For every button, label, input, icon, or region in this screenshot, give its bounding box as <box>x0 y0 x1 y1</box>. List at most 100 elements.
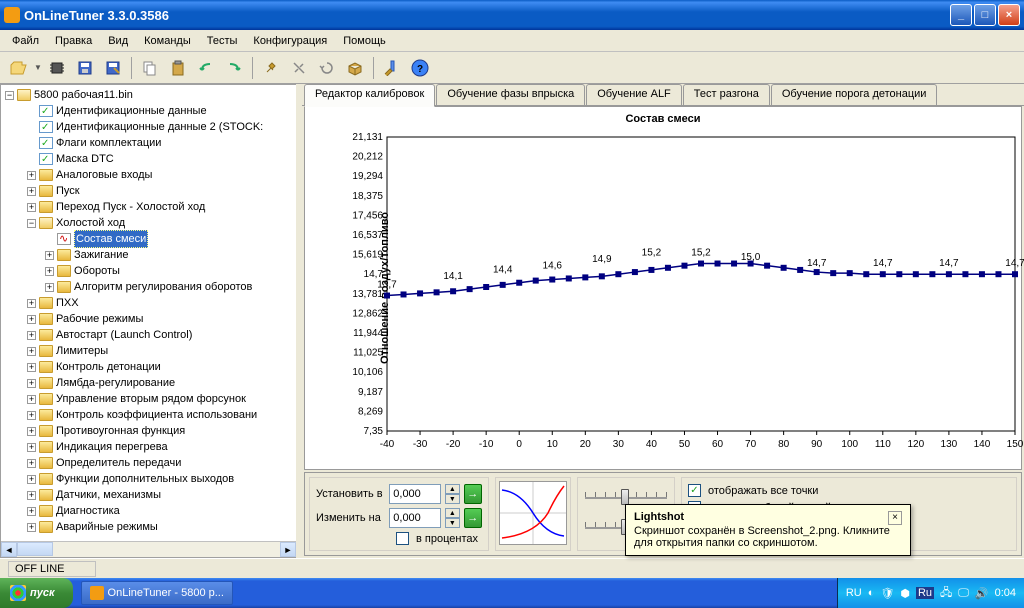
expander-icon[interactable]: + <box>27 363 36 372</box>
tree-item[interactable]: Лямбда-регулирование <box>56 375 175 391</box>
tree-item[interactable]: Противоугонная функция <box>56 423 185 439</box>
tree-item[interactable]: Автостарт (Launch Control) <box>56 327 192 343</box>
tray-icon[interactable]: ⬢ <box>900 587 910 600</box>
lang-indicator[interactable]: RU <box>846 587 862 599</box>
set-spinner[interactable]: ▲▼ <box>445 484 460 504</box>
clock[interactable]: 0:04 <box>995 587 1016 599</box>
expander-icon[interactable]: + <box>27 427 36 436</box>
saveas-button[interactable] <box>100 55 126 81</box>
expander-icon[interactable]: − <box>27 219 36 228</box>
expander-icon[interactable]: + <box>45 283 54 292</box>
expander-icon[interactable]: + <box>27 187 36 196</box>
expander-icon[interactable]: + <box>27 491 36 500</box>
tree-item[interactable]: Зажигание <box>74 247 129 263</box>
tree-item[interactable]: Маска DTC <box>56 151 114 167</box>
change-spinner[interactable]: ▲▼ <box>445 508 460 528</box>
set-apply-button[interactable]: → <box>464 484 482 504</box>
change-value-input[interactable]: 0,000 <box>389 508 441 528</box>
expander-icon[interactable]: + <box>27 203 36 212</box>
save-button[interactable] <box>72 55 98 81</box>
taskbar-app-button[interactable]: OnLineTuner - 5800 р... <box>81 581 233 605</box>
tab-0[interactable]: Редактор калибровок <box>304 84 435 107</box>
tree-item[interactable]: Состав смеси <box>74 230 148 248</box>
expander-icon[interactable]: + <box>45 267 54 276</box>
tree-item[interactable]: Датчики, механизмы <box>56 487 161 503</box>
tree-item[interactable]: Алгоритм регулирования оборотов <box>74 279 252 295</box>
close-button[interactable]: × <box>998 4 1020 26</box>
tree-item[interactable]: Аварийные режимы <box>56 519 158 535</box>
show-all-checkbox[interactable]: ✓отображать все точки <box>688 484 1010 497</box>
tab-2[interactable]: Обучение ALF <box>586 84 682 106</box>
chip-button[interactable] <box>44 55 70 81</box>
menu-Правка[interactable]: Правка <box>47 33 100 49</box>
tree-item[interactable]: ПХХ <box>56 295 79 311</box>
disconnect-button[interactable] <box>286 55 312 81</box>
expander-icon[interactable]: + <box>27 299 36 308</box>
expander-icon[interactable]: + <box>27 379 36 388</box>
menu-Помощь[interactable]: Помощь <box>335 33 394 49</box>
expander-icon[interactable]: + <box>27 411 36 420</box>
expander-icon[interactable]: + <box>27 171 36 180</box>
expander-icon[interactable]: + <box>27 459 36 468</box>
expander-icon[interactable]: + <box>27 331 36 340</box>
tray-icon[interactable]: 🔊 <box>975 587 989 600</box>
tab-4[interactable]: Обучение порога детонации <box>771 84 938 106</box>
tab-1[interactable]: Обучение фазы впрыска <box>436 84 585 106</box>
change-apply-button[interactable]: → <box>464 508 482 528</box>
expander-icon[interactable]: + <box>27 523 36 532</box>
system-tray[interactable]: RU ◐ 🛡︎ ⬢ Ru 🖧 🖵 🔊 0:04 <box>837 578 1024 608</box>
start-button[interactable]: пуск <box>0 578 73 608</box>
tree-item[interactable]: Лимитеры <box>56 343 108 359</box>
menu-Тесты[interactable]: Тесты <box>199 33 246 49</box>
tree-item[interactable]: Идентификационные данные 2 (STOCK: <box>56 119 263 135</box>
expander-icon[interactable]: + <box>27 395 36 404</box>
tab-3[interactable]: Тест разгона <box>683 84 770 106</box>
tree-item[interactable]: Определитель передачи <box>56 455 181 471</box>
tree-item[interactable]: Контроль детонации <box>56 359 161 375</box>
tree-item[interactable]: Аналоговые входы <box>56 167 152 183</box>
redo-button[interactable] <box>221 55 247 81</box>
menu-Вид[interactable]: Вид <box>100 33 136 49</box>
slider-1[interactable] <box>581 485 671 505</box>
tree-item[interactable]: Обороты <box>74 263 120 279</box>
expander-icon[interactable]: + <box>27 315 36 324</box>
undo-button[interactable] <box>193 55 219 81</box>
tree-root[interactable]: 5800 рабочая11.bin <box>34 87 133 103</box>
tray-icon[interactable]: ◐ <box>868 587 875 599</box>
tooltip-close-button[interactable]: × <box>888 511 902 525</box>
refresh-button[interactable] <box>314 55 340 81</box>
menu-Команды[interactable]: Команды <box>136 33 199 49</box>
expander-icon[interactable]: − <box>5 91 14 100</box>
tray-icon[interactable]: 🖵 <box>958 587 969 600</box>
tray-icon[interactable]: 🛡︎ <box>880 587 894 600</box>
open-button[interactable] <box>6 55 32 81</box>
expander-icon[interactable]: + <box>27 347 36 356</box>
maximize-button[interactable]: □ <box>974 4 996 26</box>
paste-button[interactable] <box>165 55 191 81</box>
tree-item[interactable]: Холостой ход <box>56 215 125 231</box>
set-value-input[interactable]: 0,000 <box>389 484 441 504</box>
tree-item[interactable]: Контроль коэффициента использовани <box>56 407 257 423</box>
lightshot-tooltip[interactable]: × Lightshot Скриншот сохранён в Screensh… <box>625 504 911 556</box>
settings-button[interactable] <box>379 55 405 81</box>
tree-item[interactable]: Пуск <box>56 183 80 199</box>
tree-item[interactable]: Идентификационные данные <box>56 103 207 119</box>
expander-icon[interactable]: + <box>27 475 36 484</box>
menu-Файл[interactable]: Файл <box>4 33 47 49</box>
copy-button[interactable] <box>137 55 163 81</box>
percent-checkbox[interactable]: в процентах <box>396 532 478 545</box>
expander-icon[interactable]: + <box>27 507 36 516</box>
expander-icon[interactable]: + <box>27 443 36 452</box>
tree-item[interactable]: Рабочие режимы <box>56 311 143 327</box>
minimize-button[interactable]: _ <box>950 4 972 26</box>
tray-icon[interactable]: Ru <box>916 587 934 599</box>
tree-item[interactable]: Диагностика <box>56 503 120 519</box>
tree-item[interactable]: Переход Пуск - Холостой ход <box>56 199 205 215</box>
expander-icon[interactable]: + <box>45 251 54 260</box>
tree-item[interactable]: Индикация перегрева <box>56 439 168 455</box>
tree-item[interactable]: Флаги комплектации <box>56 135 161 151</box>
box-button[interactable] <box>342 55 368 81</box>
menu-Конфигурация[interactable]: Конфигурация <box>245 33 335 49</box>
tree-item[interactable]: Функции дополнительных выходов <box>56 471 234 487</box>
help-button[interactable]: ? <box>407 55 433 81</box>
